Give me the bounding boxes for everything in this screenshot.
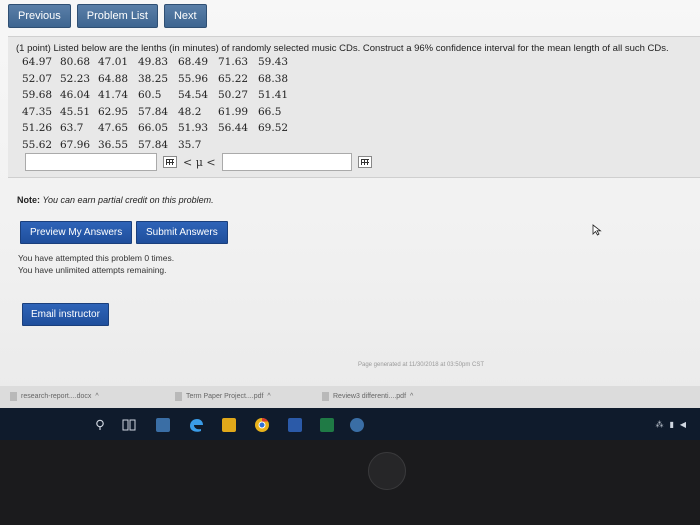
interval-symbol: < μ < bbox=[183, 155, 216, 169]
data-value: 80.68 bbox=[60, 56, 91, 68]
note-label: Note: bbox=[17, 195, 40, 205]
chevron-up-icon[interactable]: ^ bbox=[95, 393, 98, 400]
data-value: 64.88 bbox=[98, 72, 129, 85]
people-icon[interactable]: ⁂ bbox=[655, 420, 663, 429]
mouse-cursor-icon bbox=[592, 224, 602, 236]
search-icon[interactable] bbox=[94, 419, 106, 431]
data-value: 63.7 bbox=[60, 122, 84, 134]
data-value: 47.65 bbox=[98, 122, 129, 134]
edge-browser-icon[interactable] bbox=[188, 417, 204, 433]
store-icon[interactable] bbox=[156, 418, 170, 432]
data-value: 51.41 bbox=[258, 89, 289, 101]
preview-answers-button[interactable]: Preview My Answers bbox=[20, 221, 133, 244]
data-value: 66.5 bbox=[258, 105, 282, 118]
data-row: 52.07 52.23 64.88 38.25 55.96 65.22 68.3… bbox=[22, 71, 296, 88]
data-value: 38.25 bbox=[138, 72, 169, 85]
chevron-up-icon[interactable]: ^ bbox=[410, 393, 413, 400]
chrome-icon[interactable] bbox=[254, 417, 270, 433]
file-explorer-icon[interactable] bbox=[222, 418, 236, 432]
remaining-text: You have unlimited attempts remaining. bbox=[18, 265, 167, 275]
data-value: 68.38 bbox=[258, 72, 289, 85]
data-value: 47.35 bbox=[22, 105, 53, 118]
word-doc-icon bbox=[10, 392, 17, 401]
data-value: 61.99 bbox=[218, 105, 249, 118]
data-value: 51.26 bbox=[22, 122, 53, 134]
data-value: 57.84 bbox=[138, 138, 169, 151]
download-filename: Review3 differenti....pdf bbox=[333, 393, 407, 400]
battery-icon[interactable]: ▮ bbox=[669, 420, 673, 429]
app-icon[interactable] bbox=[350, 418, 364, 432]
data-value: 65.22 bbox=[218, 72, 249, 85]
data-value: 71.63 bbox=[218, 56, 249, 68]
email-instructor-button[interactable]: Email instructor bbox=[22, 303, 109, 326]
data-value: 52.23 bbox=[60, 72, 91, 85]
data-value: 35.7 bbox=[178, 138, 202, 151]
data-value: 67.96 bbox=[60, 138, 91, 151]
download-item[interactable]: Review3 differenti....pdf ^ bbox=[322, 392, 413, 401]
data-row: 51.26 63.7 47.65 66.05 51.93 56.44 69.52 bbox=[22, 120, 296, 137]
pdf-icon bbox=[175, 392, 182, 401]
download-item[interactable]: research-report....docx ^ bbox=[10, 392, 99, 401]
data-value: 59.68 bbox=[22, 89, 53, 101]
problem-list-button[interactable]: Problem List bbox=[76, 4, 158, 28]
page-generated-text: Page generated at 11/30/2018 at 03:50pm … bbox=[358, 362, 484, 368]
submit-answers-button[interactable]: Submit Answers bbox=[136, 221, 228, 244]
data-value: 66.05 bbox=[138, 122, 169, 134]
equation-editor-icon[interactable] bbox=[163, 156, 177, 168]
data-value: 48.2 bbox=[178, 105, 202, 118]
previous-button[interactable]: Previous bbox=[8, 4, 71, 28]
data-value: 51.93 bbox=[178, 122, 209, 134]
word-icon[interactable] bbox=[288, 418, 302, 432]
data-value: 60.5 bbox=[138, 89, 162, 101]
data-row: 47.35 45.51 62.95 57.84 48.2 61.99 66.5 bbox=[22, 104, 296, 121]
data-value: 52.07 bbox=[22, 72, 53, 85]
data-value: 54.54 bbox=[178, 89, 209, 101]
data-value: 47.01 bbox=[98, 56, 129, 68]
data-value: 41.74 bbox=[98, 89, 129, 101]
data-value: 59.43 bbox=[258, 56, 289, 68]
data-value: 55.96 bbox=[178, 72, 209, 85]
data-value: 64.97 bbox=[22, 56, 53, 68]
next-button[interactable]: Next bbox=[163, 4, 207, 28]
data-grid: 64.97 80.68 47.01 49.83 68.49 71.63 59.4… bbox=[22, 54, 296, 153]
attempts-text: You have attempted this problem 0 times. bbox=[18, 253, 175, 263]
data-value: 55.62 bbox=[22, 138, 53, 151]
data-value: 46.04 bbox=[60, 89, 91, 101]
data-value: 50.27 bbox=[218, 89, 249, 101]
upper-bound-input[interactable] bbox=[221, 153, 352, 171]
lower-bound-input[interactable] bbox=[25, 153, 157, 171]
download-filename: research-report....docx bbox=[21, 393, 92, 400]
equation-editor-icon[interactable] bbox=[357, 156, 372, 168]
browser-screen: Previous Problem List Next (1 point) Lis… bbox=[0, 0, 700, 440]
pdf-icon bbox=[322, 392, 329, 401]
data-value: 45.51 bbox=[60, 105, 91, 118]
download-item[interactable]: Term Paper Project....pdf ^ bbox=[175, 392, 271, 401]
hp-logo-icon bbox=[368, 452, 406, 490]
windows-taskbar: ⁂ ▮ ◀ bbox=[0, 408, 700, 440]
data-value: 49.83 bbox=[138, 56, 169, 68]
data-value: 36.55 bbox=[98, 138, 129, 151]
system-tray: ⁂ ▮ ◀ bbox=[655, 420, 686, 429]
data-value: 68.49 bbox=[178, 56, 209, 68]
partial-credit-note: Note: You can earn partial credit on thi… bbox=[17, 195, 214, 205]
answer-row: < μ < bbox=[25, 153, 372, 171]
note-text: You can earn partial credit on this prob… bbox=[42, 195, 214, 205]
attempt-status: You have attempted this problem 0 times.… bbox=[18, 252, 174, 276]
download-filename: Term Paper Project....pdf bbox=[186, 393, 264, 400]
data-row: 59.68 46.04 41.74 60.5 54.54 50.27 51.41 bbox=[22, 87, 296, 104]
data-row: 55.62 67.96 36.55 57.84 35.7 bbox=[22, 137, 296, 154]
downloads-bar: research-report....docx ^ Term Paper Pro… bbox=[0, 386, 700, 408]
data-row: 64.97 80.68 47.01 49.83 68.49 71.63 59.4… bbox=[22, 54, 296, 71]
problem-box: (1 point) Listed below are the lenths (i… bbox=[8, 36, 700, 178]
problem-nav: Previous Problem List Next bbox=[8, 4, 207, 28]
data-value: 69.52 bbox=[258, 122, 289, 134]
data-value: 57.84 bbox=[138, 105, 169, 118]
chevron-up-icon[interactable]: ^ bbox=[267, 393, 270, 400]
volume-icon[interactable]: ◀ bbox=[680, 420, 686, 429]
task-view-icon[interactable] bbox=[122, 419, 136, 431]
data-value: 56.44 bbox=[218, 122, 249, 134]
data-value: 62.95 bbox=[98, 105, 129, 118]
excel-icon[interactable] bbox=[320, 418, 334, 432]
problem-statement: (1 point) Listed below are the lenths (i… bbox=[16, 43, 669, 54]
